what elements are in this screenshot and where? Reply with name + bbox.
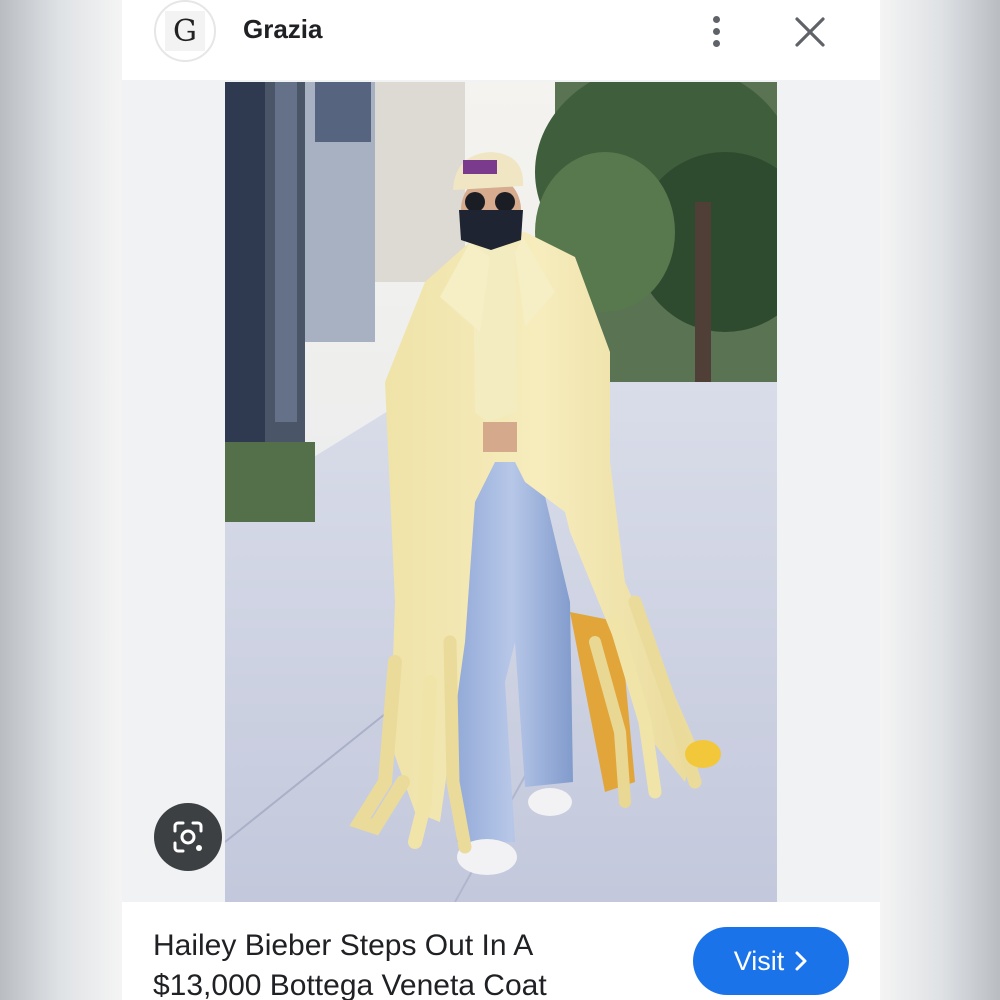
result-info: Hailey Bieber Steps Out In A $13,000 Bot…	[122, 902, 880, 1000]
street-style-photo	[225, 82, 777, 902]
chevron-right-icon	[795, 951, 807, 971]
site-logo[interactable]: G	[154, 0, 216, 62]
visit-label: Visit	[733, 945, 785, 976]
visit-button[interactable]: Visit	[693, 927, 849, 995]
site-name[interactable]: Grazia	[243, 14, 323, 45]
result-title[interactable]: Hailey Bieber Steps Out In A $13,000 Bot…	[153, 926, 633, 1000]
preview-header: G Grazia	[122, 0, 880, 80]
google-lens-icon	[173, 821, 203, 853]
image-preview-sheet: G Grazia Hailey Bieber Steps Out In A $1…	[122, 0, 880, 1000]
result-image[interactable]	[225, 82, 777, 902]
google-lens-button[interactable]	[154, 803, 222, 871]
close-icon	[795, 17, 825, 47]
close-button[interactable]	[790, 12, 830, 52]
more-options-button[interactable]	[698, 10, 734, 52]
grazia-logo-icon: G	[165, 11, 205, 51]
more-vert-icon	[712, 15, 720, 23]
